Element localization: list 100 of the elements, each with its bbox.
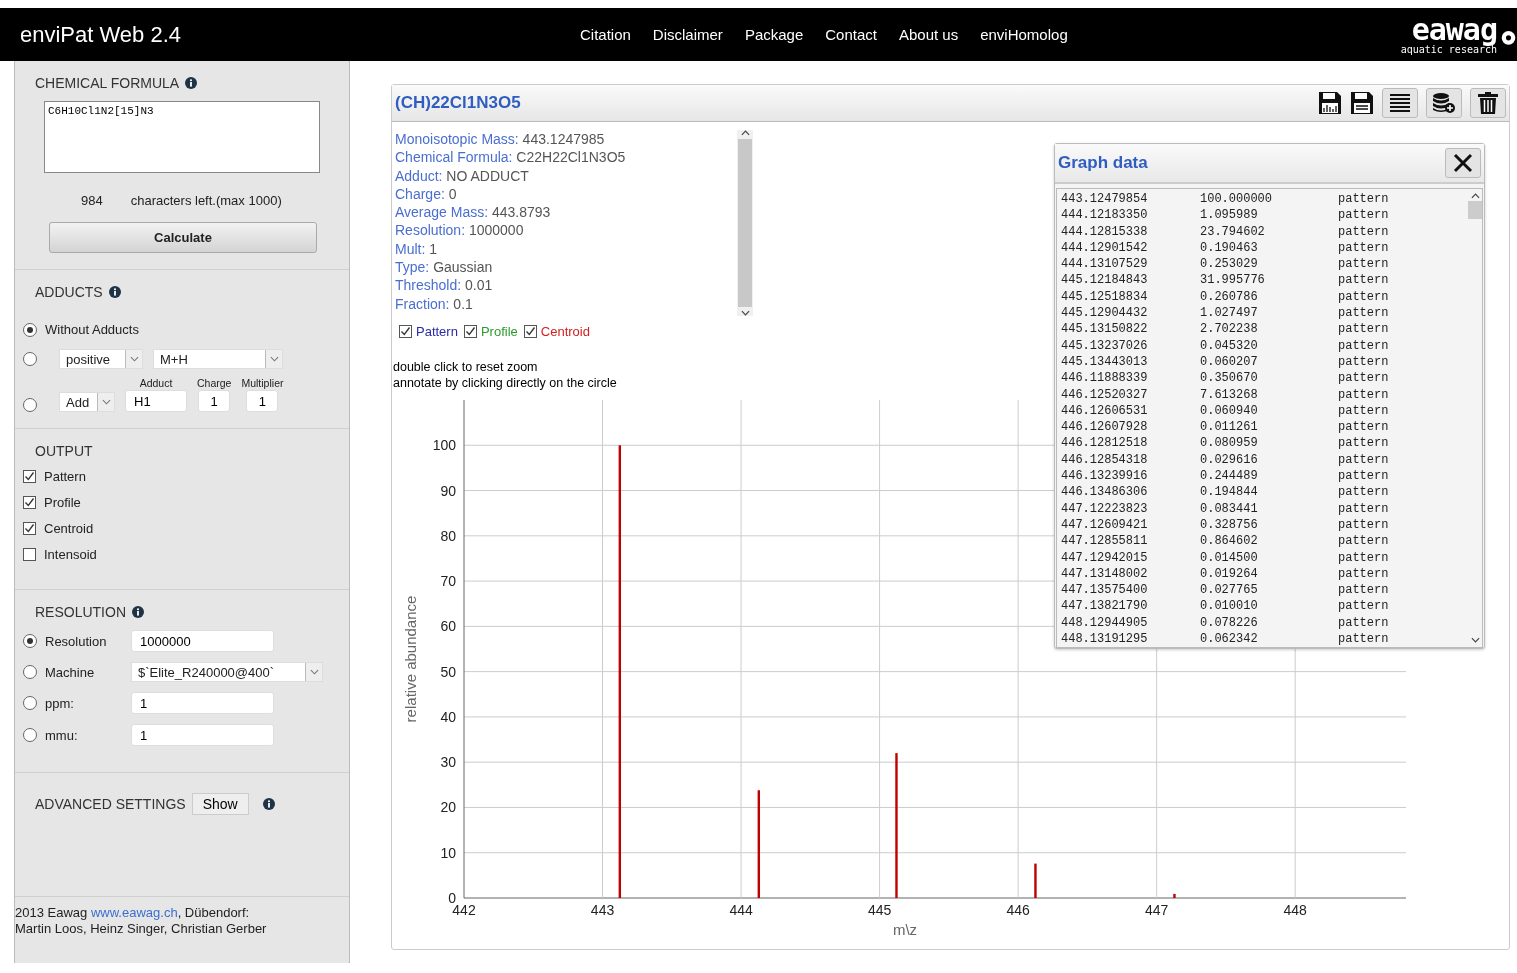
peak-bar[interactable] bbox=[1173, 893, 1176, 898]
data-cell: pattern bbox=[1338, 631, 1389, 647]
data-cell-text: 446.12812518 bbox=[1061, 435, 1149, 452]
data-cell-text: 447.12609421 bbox=[1061, 516, 1149, 534]
checkbox[interactable] bbox=[23, 496, 36, 509]
checkbox[interactable] bbox=[23, 522, 36, 535]
operation-select[interactable]: Add bbox=[59, 392, 115, 412]
data-cell-text: 0.190463 bbox=[1200, 239, 1259, 257]
data-cell-text: 0.014500 bbox=[1200, 549, 1259, 566]
field-label: Charge bbox=[197, 377, 232, 389]
y-tick-label: 70 bbox=[440, 573, 456, 590]
peak-bar[interactable] bbox=[618, 445, 621, 898]
adduct-select[interactable]: M+H bbox=[153, 349, 283, 369]
data-cell-text: 0.060940 bbox=[1200, 402, 1259, 420]
x-tick-label: 446 bbox=[1006, 902, 1030, 918]
data-cell-text: 0.029616 bbox=[1200, 451, 1259, 469]
dropdown-caret-icon[interactable] bbox=[265, 350, 282, 368]
data-cell: pattern bbox=[1338, 321, 1389, 338]
trash-button[interactable] bbox=[1470, 88, 1506, 118]
checkbox[interactable] bbox=[23, 470, 36, 483]
save-icon[interactable] bbox=[1350, 91, 1374, 115]
checkbox[interactable] bbox=[523, 325, 537, 338]
mode-select[interactable]: positive bbox=[59, 349, 143, 369]
peak-bar[interactable] bbox=[1034, 863, 1037, 898]
logo-wordmark[interactable]: eawag bbox=[1411, 14, 1497, 45]
x-axis-title: m\z bbox=[892, 921, 918, 938]
checkbox[interactable] bbox=[463, 325, 477, 338]
scrollbar[interactable] bbox=[737, 130, 753, 316]
multiplier-input[interactable]: 1 bbox=[246, 390, 279, 412]
charge-input[interactable]: 1 bbox=[198, 390, 231, 412]
checkbox-label: Centroid bbox=[44, 521, 94, 536]
adduct-input[interactable]: H1 bbox=[125, 390, 187, 412]
data-cell: pattern bbox=[1338, 305, 1389, 322]
data-cell: pattern bbox=[1338, 435, 1389, 452]
checkbox-label: Profile bbox=[44, 495, 81, 510]
dropdown-caret-icon[interactable] bbox=[125, 350, 142, 368]
legend-label: Pattern bbox=[416, 324, 458, 339]
scroll-thumb[interactable] bbox=[738, 139, 752, 307]
radio-button[interactable] bbox=[23, 352, 37, 366]
database-add-button[interactable] bbox=[1426, 88, 1462, 118]
nav-link[interactable]: Contact bbox=[825, 26, 877, 43]
chevron-down-icon[interactable] bbox=[1470, 637, 1480, 643]
radio-button[interactable] bbox=[23, 696, 37, 710]
website-link[interactable]: www.eawag.ch bbox=[90, 905, 178, 920]
checkbox[interactable] bbox=[23, 548, 36, 561]
machine-select[interactable]: $`Elite_R240000@400` bbox=[131, 662, 323, 682]
data-cell-text: 0.045320 bbox=[1200, 337, 1259, 354]
calculate-button[interactable]: Calculate bbox=[49, 222, 317, 253]
data-cell-text: 446.12520327 bbox=[1061, 386, 1149, 403]
data-cell: pattern bbox=[1338, 484, 1389, 501]
checkbox[interactable] bbox=[399, 325, 412, 338]
value-input[interactable]: 1 bbox=[131, 692, 274, 714]
dropdown-caret-icon[interactable] bbox=[97, 393, 114, 411]
nav-link[interactable]: Citation bbox=[580, 26, 631, 43]
data-cell-text: 0.194844 bbox=[1200, 484, 1259, 501]
character-count-label: characters left.(max 1000) bbox=[130, 193, 282, 208]
data-cell-text: 7.613268 bbox=[1200, 386, 1259, 403]
radio-button[interactable] bbox=[23, 728, 37, 742]
value-input[interactable]: 1000000 bbox=[131, 630, 274, 652]
info-icon[interactable] bbox=[185, 77, 198, 89]
chevron-down-icon[interactable] bbox=[740, 310, 750, 316]
data-cell-text: 23.794602 bbox=[1200, 223, 1266, 240]
save-chart-icon[interactable] bbox=[1318, 91, 1342, 115]
show-button[interactable]: Show bbox=[191, 793, 249, 815]
radio-button[interactable] bbox=[23, 398, 37, 412]
value-input[interactable]: 1 bbox=[131, 724, 274, 746]
peak-bar[interactable] bbox=[757, 790, 760, 898]
database-add-icon bbox=[1432, 92, 1456, 114]
chevron-up-icon[interactable] bbox=[740, 130, 750, 136]
section-heading: ADDUCTS bbox=[35, 284, 103, 300]
radio-button[interactable] bbox=[23, 665, 37, 679]
info-icon[interactable] bbox=[108, 286, 121, 298]
formula-input[interactable]: C6H10Cl1N2[15]N3 bbox=[44, 101, 320, 173]
data-cell-text: 444.12815338 bbox=[1061, 223, 1149, 240]
scroll-thumb[interactable] bbox=[1468, 201, 1482, 219]
nav-link[interactable]: About us bbox=[898, 26, 959, 43]
nav-link[interactable]: enviHomolog bbox=[980, 26, 1068, 43]
data-cell: pattern bbox=[1338, 402, 1389, 420]
nav-link[interactable]: Disclaimer bbox=[652, 26, 723, 43]
info-icon[interactable] bbox=[132, 606, 144, 618]
radio-button[interactable] bbox=[23, 322, 37, 337]
radio-button[interactable] bbox=[23, 634, 37, 648]
data-cell-text: 0.260786 bbox=[1200, 288, 1259, 306]
dropdown-caret-icon[interactable] bbox=[305, 663, 322, 681]
data-cell: pattern bbox=[1338, 272, 1389, 289]
info-line: Monoisotopic Mass: 443.1247985 bbox=[395, 130, 606, 149]
data-cell-text: 447.13821790 bbox=[1061, 598, 1149, 615]
list-view-button[interactable] bbox=[1382, 88, 1418, 118]
data-cell: pattern bbox=[1338, 468, 1389, 485]
data-cell: pattern bbox=[1338, 533, 1389, 550]
data-cell-text: 0.027765 bbox=[1200, 582, 1259, 599]
radio-label: Without Adducts bbox=[45, 322, 139, 337]
nav-link[interactable]: Package bbox=[744, 26, 804, 43]
data-cell-text: 447.12855811 bbox=[1061, 533, 1149, 550]
info-icon[interactable] bbox=[262, 798, 275, 810]
info-line: Resolution: 1000000 bbox=[395, 221, 525, 240]
radio-label: Machine bbox=[45, 664, 96, 680]
y-axis-title: relative abundance bbox=[402, 595, 419, 723]
close-button[interactable] bbox=[1445, 148, 1481, 178]
chevron-up-icon[interactable] bbox=[1470, 193, 1480, 199]
